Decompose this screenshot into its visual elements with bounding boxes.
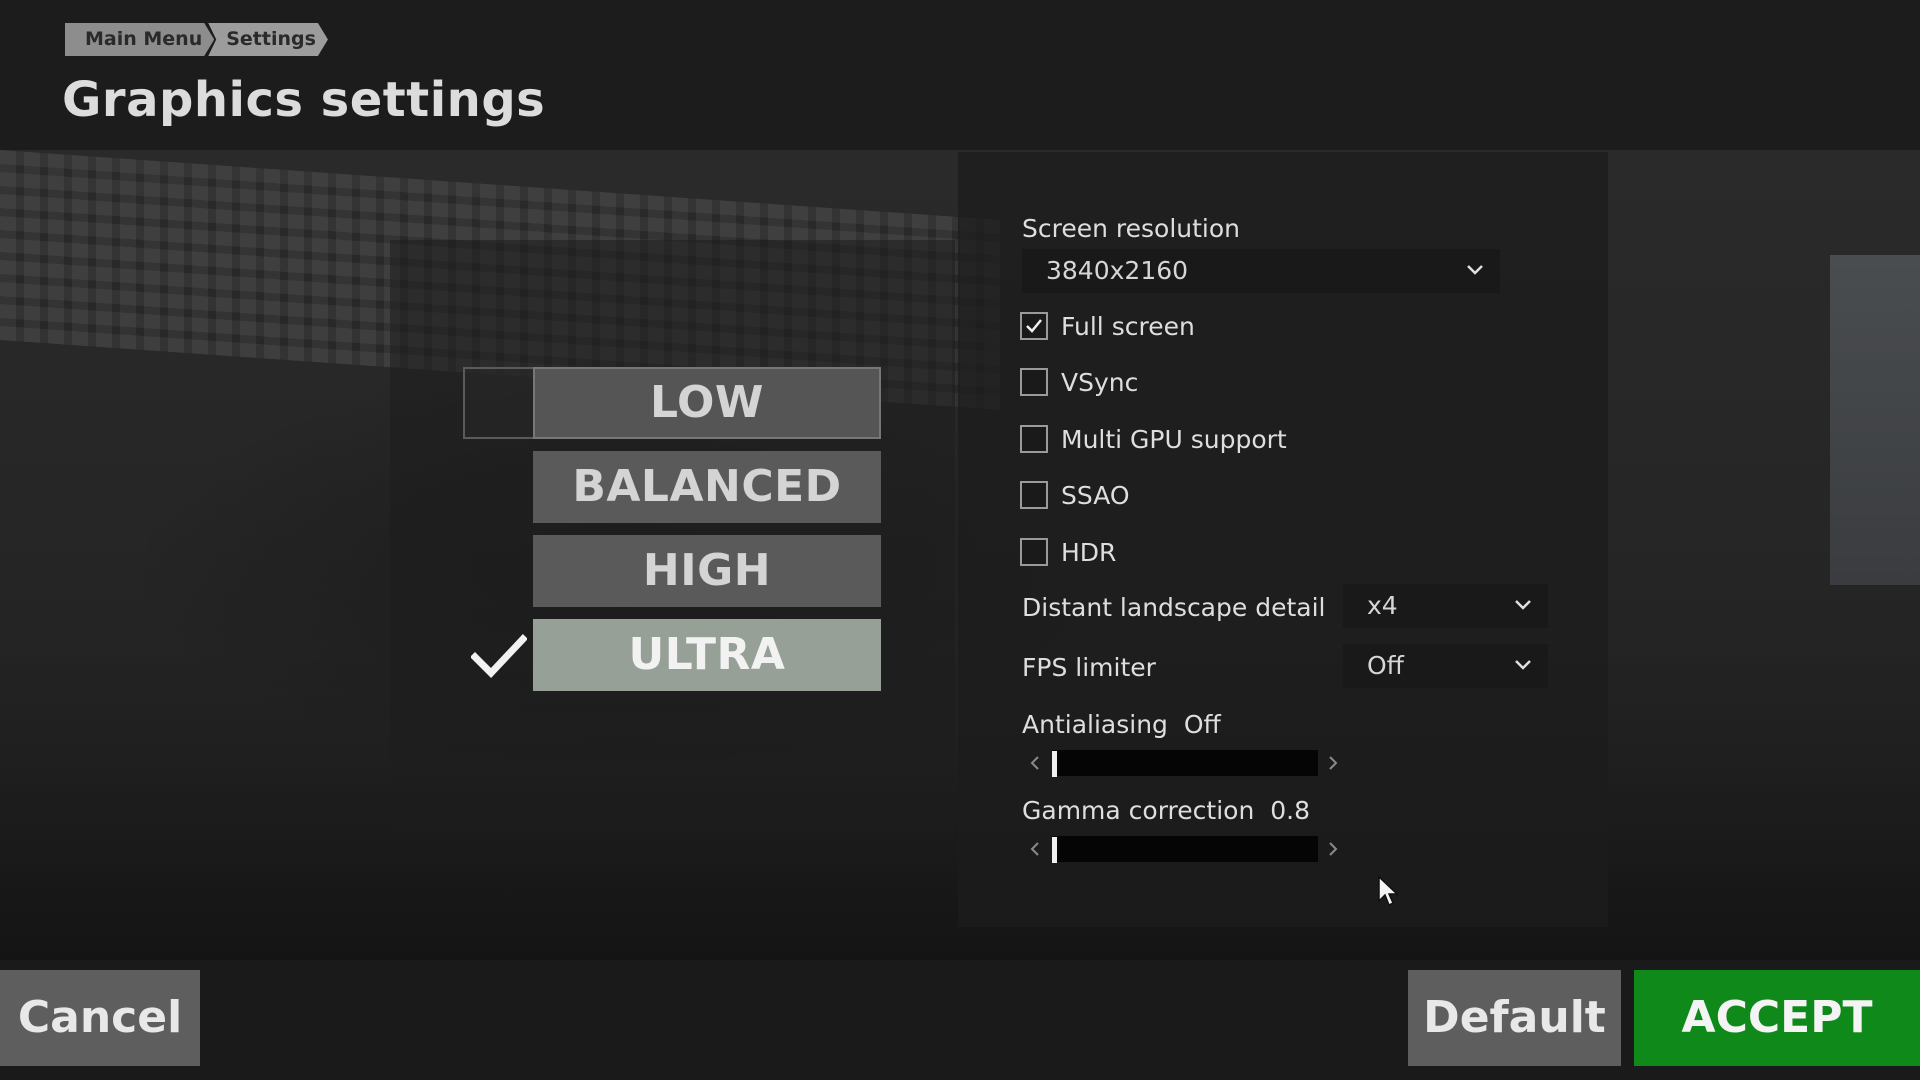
multi-gpu-option[interactable]: Multi GPU support <box>1020 423 1287 455</box>
screen-resolution-label: Screen resolution <box>1022 214 1241 243</box>
hdr-label: HDR <box>1061 537 1117 567</box>
antialiasing-slider-thumb[interactable] <box>1052 751 1057 777</box>
gamma-label-row: Gamma correction 0.8 <box>1022 796 1310 825</box>
background-bottom <box>0 960 1920 1080</box>
hdr-checkbox[interactable] <box>1020 538 1048 566</box>
preset-balanced[interactable]: BALANCED <box>463 451 881 523</box>
accept-button[interactable]: ACCEPT <box>1634 970 1920 1066</box>
preset-ultra-button[interactable]: ULTRA <box>533 619 881 691</box>
vsync-label: VSync <box>1061 367 1139 397</box>
breadcrumb: Main Menu Settings <box>65 23 322 56</box>
preset-ultra[interactable]: ULTRA <box>463 619 881 691</box>
preset-low-check-slot <box>463 367 533 439</box>
background-hangar-door <box>1830 255 1920 585</box>
antialiasing-slider-track[interactable] <box>1052 750 1318 777</box>
preset-high[interactable]: HIGH <box>463 535 881 607</box>
preset-low-button[interactable]: LOW <box>533 367 881 439</box>
screen-resolution-dropdown[interactable]: 3840x2160 <box>1022 249 1500 293</box>
hdr-option[interactable]: HDR <box>1020 536 1116 568</box>
chevron-right-icon[interactable] <box>1327 841 1339 857</box>
ssao-checkbox[interactable] <box>1020 481 1048 509</box>
chevron-down-icon <box>1467 265 1483 275</box>
landscape-detail-value: x4 <box>1367 591 1398 620</box>
preset-low[interactable]: LOW <box>463 367 881 439</box>
landscape-detail-label: Distant landscape detail <box>1022 593 1326 622</box>
cancel-button[interactable]: Cancel <box>0 970 200 1066</box>
preset-balanced-check-slot <box>463 451 533 523</box>
default-button[interactable]: Default <box>1408 970 1621 1066</box>
chevron-down-icon <box>1515 600 1531 610</box>
gamma-slider-track[interactable] <box>1052 836 1318 863</box>
checkmark-icon <box>1026 319 1042 333</box>
antialiasing-value: Off <box>1183 710 1221 739</box>
fps-limiter-label: FPS limiter <box>1022 653 1156 682</box>
vsync-option[interactable]: VSync <box>1020 366 1138 398</box>
full-screen-option[interactable]: Full screen <box>1020 310 1195 342</box>
chevron-right-icon[interactable] <box>1327 755 1339 771</box>
chevron-down-icon <box>1515 660 1531 670</box>
fps-limiter-value: Off <box>1367 651 1404 680</box>
preset-balanced-button[interactable]: BALANCED <box>533 451 881 523</box>
landscape-detail-dropdown[interactable]: x4 <box>1343 584 1548 628</box>
gamma-slider-thumb[interactable] <box>1052 837 1057 863</box>
chevron-left-icon[interactable] <box>1029 841 1041 857</box>
multi-gpu-checkbox[interactable] <box>1020 425 1048 453</box>
mouse-cursor-icon <box>1378 875 1399 907</box>
breadcrumb-main-menu[interactable]: Main Menu <box>65 23 214 56</box>
fps-limiter-dropdown[interactable]: Off <box>1343 644 1548 688</box>
graphics-settings-screen: Main Menu Settings Graphics settings LOW… <box>0 0 1920 1080</box>
antialiasing-label: Antialiasing <box>1022 710 1168 739</box>
gamma-value: 0.8 <box>1270 796 1311 825</box>
checkmark-icon <box>471 634 527 679</box>
ssao-label: SSAO <box>1061 480 1130 510</box>
gamma-label: Gamma correction <box>1022 796 1255 825</box>
preset-high-button[interactable]: HIGH <box>533 535 881 607</box>
screen-resolution-value: 3840x2160 <box>1046 256 1189 285</box>
preset-ultra-check-slot <box>463 619 533 691</box>
ssao-option[interactable]: SSAO <box>1020 479 1130 511</box>
gamma-slider[interactable] <box>1022 835 1352 863</box>
chevron-left-icon[interactable] <box>1029 755 1041 771</box>
preset-high-check-slot <box>463 535 533 607</box>
full-screen-checkbox[interactable] <box>1020 312 1048 340</box>
antialiasing-label-row: Antialiasing Off <box>1022 710 1221 739</box>
breadcrumb-settings: Settings <box>208 23 328 56</box>
page-title: Graphics settings <box>62 72 546 128</box>
antialiasing-slider[interactable] <box>1022 749 1352 777</box>
multi-gpu-label: Multi GPU support <box>1061 424 1287 454</box>
full-screen-label: Full screen <box>1061 311 1195 341</box>
vsync-checkbox[interactable] <box>1020 368 1048 396</box>
